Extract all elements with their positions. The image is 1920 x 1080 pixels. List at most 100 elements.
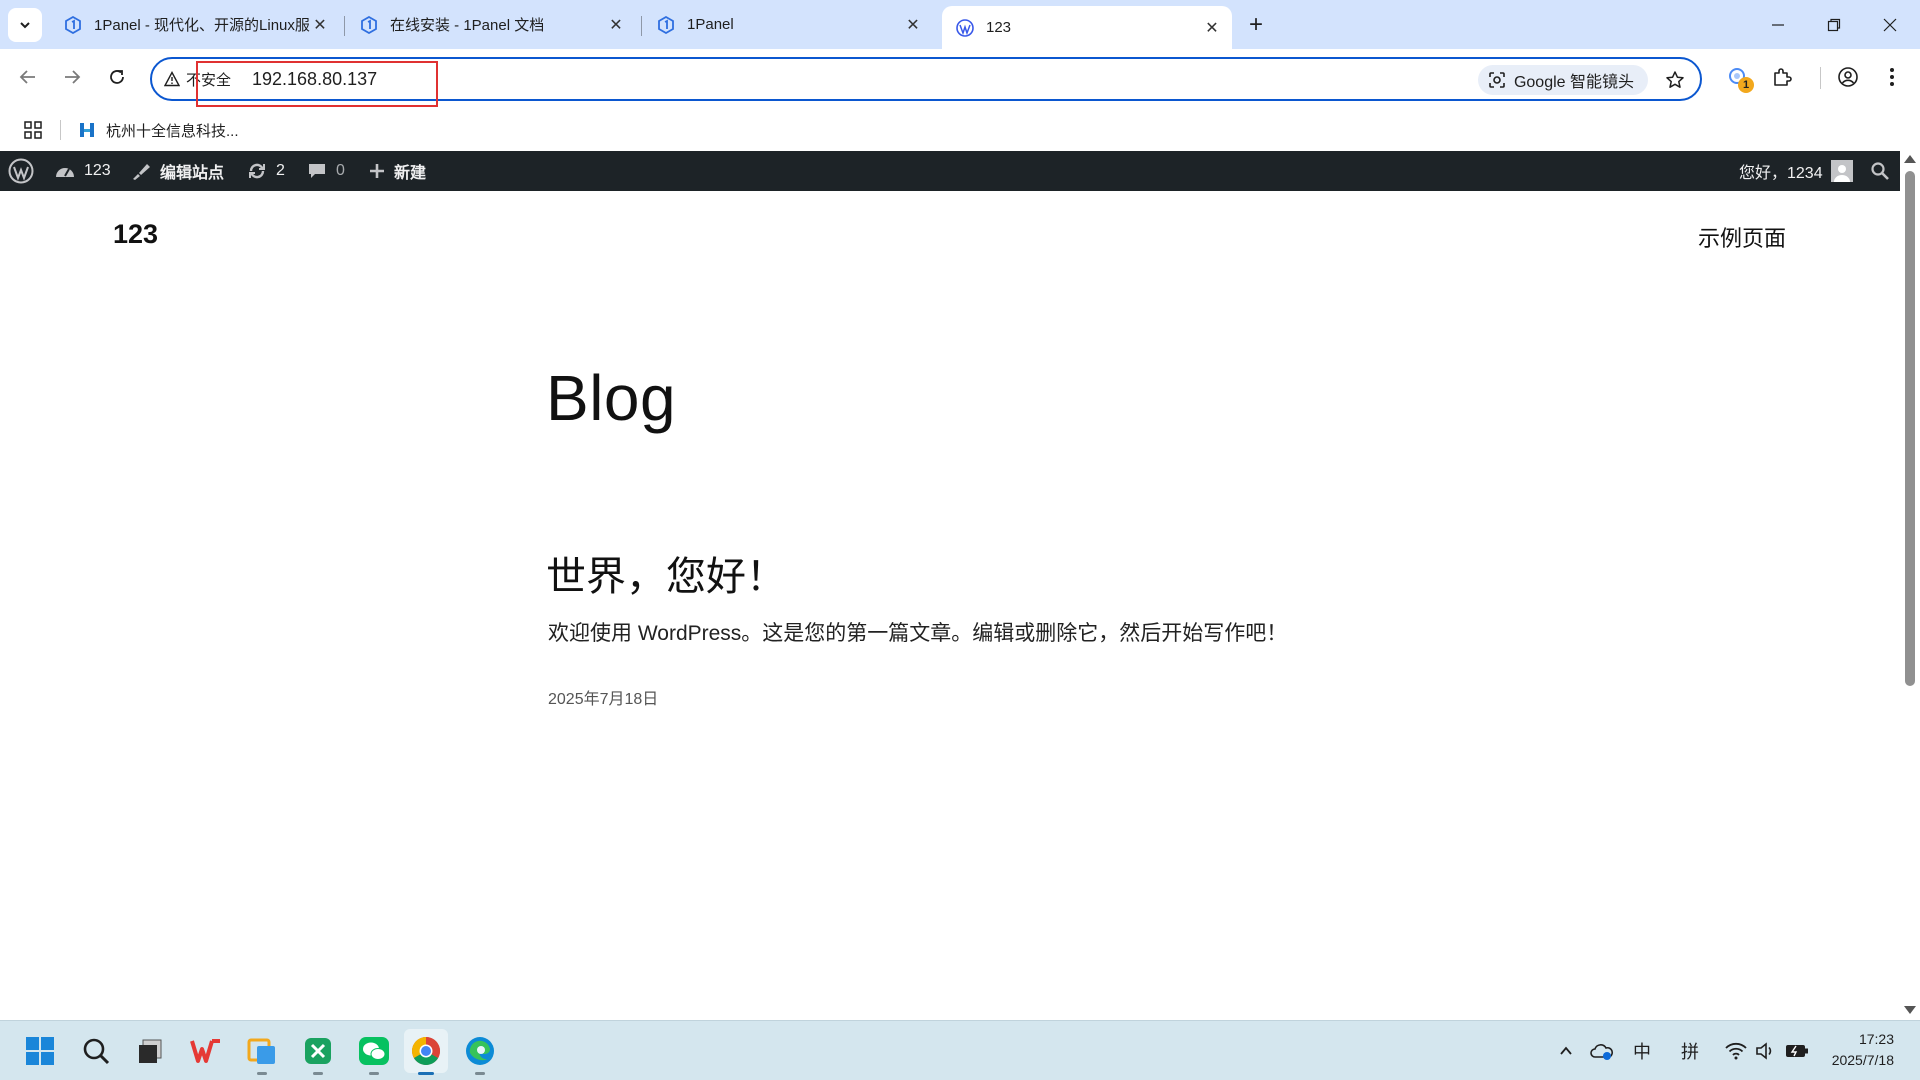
page-heading: Blog: [546, 362, 677, 434]
admin-bar-site-menu[interactable]: 123: [54, 151, 111, 191]
nav-item-sample-page[interactable]: 示例页面: [1698, 221, 1786, 253]
tab-title: 1Panel: [687, 16, 734, 33]
scrollbar-thumb[interactable]: [1905, 171, 1915, 686]
tab-search-button[interactable]: [8, 8, 42, 42]
profile-button[interactable]: [1830, 59, 1866, 95]
wifi-icon: [1725, 1042, 1747, 1060]
bookmark-star-button[interactable]: [1660, 65, 1690, 95]
post-excerpt: 欢迎使用 WordPress。这是您的第一篇文章。编辑或删除它，然后开始写作吧！: [548, 622, 1288, 645]
1panel-icon: [658, 15, 674, 34]
plus-icon: [370, 164, 384, 178]
app-window-icon: [247, 1038, 275, 1064]
taskbar-wps-office[interactable]: [184, 1029, 228, 1073]
puzzle-icon: [1774, 68, 1792, 86]
admin-bar-site-name: 123: [84, 162, 111, 179]
admin-bar-my-account[interactable]: 您好，1234: [1739, 151, 1861, 191]
task-view-icon: [139, 1039, 162, 1063]
network-tray-button[interactable]: [1722, 1031, 1750, 1071]
taskbar-search-button[interactable]: [74, 1029, 118, 1073]
new-tab-button[interactable]: +: [1243, 11, 1269, 38]
restore-button[interactable]: [1806, 0, 1862, 49]
wordpress-logo-icon: [8, 158, 34, 184]
extension-notification-button[interactable]: 1: [1720, 59, 1756, 95]
site-title[interactable]: 123: [113, 219, 158, 250]
tab-wordpress-site[interactable]: 123 ✕: [942, 6, 1232, 49]
tab-close-button[interactable]: ✕: [903, 15, 923, 35]
tab-strip: 1Panel - 现代化、开源的Linux服务器运维管理面板 ✕ 在线安装 - …: [0, 0, 1920, 49]
close-window-button[interactable]: [1862, 0, 1918, 49]
search-icon: [83, 1038, 110, 1065]
volume-tray-button[interactable]: [1752, 1031, 1780, 1071]
apps-button[interactable]: [20, 117, 46, 143]
scroll-up-arrow[interactable]: [1904, 155, 1916, 163]
dashboard-icon: [56, 168, 74, 177]
system-clock[interactable]: 17:23 2025/7/18: [1832, 1029, 1894, 1071]
speaker-icon: [1756, 1042, 1772, 1060]
arrow-right-icon: [65, 70, 81, 84]
task-view-button[interactable]: [128, 1029, 172, 1073]
taskbar-app-window[interactable]: [240, 1029, 284, 1075]
wp-admin-bar: 123 编辑站点 2 0 新建 您好，1234: [0, 151, 1900, 191]
wp-logo-menu[interactable]: [8, 151, 42, 191]
running-indicator: [369, 1072, 379, 1075]
account-icon: [1838, 67, 1858, 87]
notification-badge: 1: [1738, 77, 1754, 93]
tab-separator: [641, 16, 642, 36]
onedrive-tray-button[interactable]: [1588, 1031, 1616, 1071]
ime-language-indicator[interactable]: 中: [1626, 1031, 1658, 1071]
minimize-button[interactable]: [1750, 0, 1806, 49]
wordpress-icon: [956, 18, 974, 37]
lens-icon: [1489, 72, 1505, 88]
lens-label: Google 智能镜头: [1513, 74, 1634, 91]
admin-bar-new-content[interactable]: 新建: [368, 151, 426, 191]
taskbar-wechat[interactable]: [352, 1029, 396, 1075]
search-icon: [1871, 162, 1889, 180]
url-text[interactable]: 192.168.80.137: [252, 59, 377, 99]
show-hidden-icons-button[interactable]: [1552, 1031, 1580, 1071]
running-indicator: [475, 1072, 485, 1075]
extensions-button[interactable]: [1764, 59, 1800, 95]
edit-brush-icon: [133, 164, 150, 180]
browser-menu-button[interactable]: [1874, 59, 1910, 95]
scroll-down-arrow[interactable]: [1904, 1006, 1916, 1014]
taskbar-terminal-app[interactable]: [296, 1029, 340, 1075]
admin-bar-comments[interactable]: 0: [306, 151, 345, 191]
tab-close-button[interactable]: ✕: [1202, 18, 1222, 38]
taskbar-edge[interactable]: [458, 1029, 502, 1075]
reload-button[interactable]: [99, 59, 135, 95]
more-vertical-icon: [1890, 68, 1894, 86]
address-bar[interactable]: 不安全 192.168.80.137 Google 智能镜头: [150, 57, 1702, 101]
admin-bar-edit-site[interactable]: 编辑站点: [130, 151, 224, 191]
tab-close-button[interactable]: ✕: [310, 15, 330, 35]
post-title[interactable]: 世界，您好！: [546, 544, 786, 602]
wechat-icon: [359, 1037, 389, 1065]
admin-bar-search[interactable]: [1870, 151, 1898, 191]
comments-count: 0: [336, 162, 345, 179]
page-scrollbar[interactable]: [1900, 151, 1920, 1020]
bookmarks-bar: 杭州十全信息科技...: [0, 109, 1920, 151]
xshell-icon: [305, 1038, 331, 1064]
ime-mode-indicator[interactable]: 拼: [1674, 1031, 1706, 1071]
tab-1panel-docs[interactable]: 在线安装 - 1Panel 文档 ✕: [346, 6, 636, 43]
clock-time: 17:23: [1858, 1031, 1894, 1047]
comment-bubble-icon: [309, 164, 325, 178]
tab-1panel-home[interactable]: 1Panel - 现代化、开源的Linux服务器运维管理面板 ✕: [50, 6, 340, 43]
wps-office-icon: [190, 1039, 220, 1063]
running-indicator: [313, 1072, 323, 1075]
new-content-label: 新建: [394, 165, 427, 182]
minimize-icon: [1772, 23, 1784, 26]
tab-title: 123: [986, 19, 1012, 36]
back-button[interactable]: [10, 59, 46, 95]
bookmark-item[interactable]: 杭州十全信息科技...: [78, 115, 239, 145]
tab-1panel[interactable]: 1Panel ✕: [643, 6, 933, 43]
forward-button[interactable]: [54, 59, 90, 95]
battery-tray-button[interactable]: [1782, 1031, 1812, 1071]
greeting-label: 您好，1234: [1739, 165, 1823, 182]
tab-close-button[interactable]: ✕: [606, 15, 626, 35]
taskbar-chrome[interactable]: [404, 1029, 448, 1075]
google-lens-button[interactable]: Google 智能镜头: [1477, 65, 1648, 95]
admin-bar-updates[interactable]: 2: [246, 151, 285, 191]
site-info-button[interactable]: 不安全: [164, 59, 231, 99]
browser-toolbar: 不安全 192.168.80.137 Google 智能镜头 1: [0, 49, 1920, 109]
start-button[interactable]: [18, 1029, 62, 1073]
